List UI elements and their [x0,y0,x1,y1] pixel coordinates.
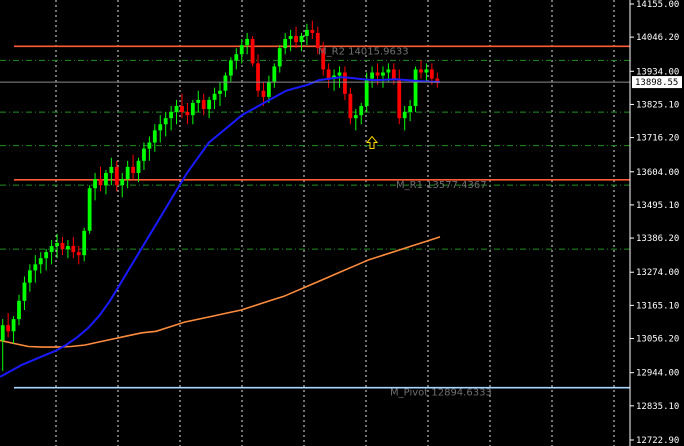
candle-body [348,93,353,119]
candle-body [272,66,277,82]
candle-body [370,72,374,79]
candle-body [326,69,331,79]
level-label-m_r1: M_R1 13577.4367 [396,180,487,191]
candle-body [201,99,206,110]
candle-body [174,105,179,113]
candle-body [288,35,293,40]
chart-background [0,0,684,446]
candle-body [359,105,364,116]
candle-body [250,39,255,64]
candle-body [266,81,271,97]
candle-body [109,166,114,173]
candle-body [33,264,38,271]
candle-body [305,29,309,36]
candle-body [294,35,298,43]
candle-body [11,319,16,332]
candle-body [17,300,21,320]
candle-body [261,90,266,97]
candle-body [299,35,304,43]
candle-body [283,39,288,49]
y-tick-label: 13716.20 [636,134,679,144]
current-price-label: 13898.55 [635,78,678,88]
candle-body [343,72,347,94]
candle-body [196,99,201,103]
y-tick-label: 13825.10 [636,100,679,110]
candle-body [397,78,402,119]
candle-body [71,246,76,253]
y-tick-label: 13495.10 [636,201,679,211]
candle-body [6,325,11,332]
candle-body [386,69,391,73]
candle-body [310,29,315,33]
candle-body [364,78,369,106]
y-tick-label: 12944.00 [636,369,679,379]
candle-body [419,69,423,73]
candle-body [180,105,184,113]
candle-body [429,69,434,79]
candle-body [391,69,396,79]
candle-body [55,242,59,247]
y-tick-label: 14155.00 [636,0,679,10]
candle-body [256,63,260,91]
candle-body [87,188,92,231]
candle-body [114,166,119,186]
price-chart: M_R2 14015.9633 M_R1 13577.4367 M_Pivot 12… [0,0,684,446]
candle-body [185,112,190,116]
candle-body [93,179,97,189]
candle-body [353,115,358,119]
candle-body [223,75,228,91]
candle-body [82,230,87,256]
candle-body [228,60,233,76]
candle-body [152,130,157,143]
y-tick-label: 12835.10 [636,402,679,412]
candle-body [27,270,32,283]
candle-body [245,39,250,46]
y-tick-label: 13604.00 [636,168,679,178]
candle-body [277,48,282,67]
candle-body [104,172,108,186]
y-tick-label: 13934.00 [636,67,679,77]
candle-body [190,102,195,116]
candle-body [234,54,239,61]
candle-body [424,69,429,73]
y-tick-label: 13165.10 [636,301,679,311]
candle-body [375,72,380,76]
candle-body [142,148,146,161]
y-tick-label: 13386.20 [636,234,679,244]
candle-body [218,90,222,94]
candle-body [120,179,125,186]
candle-body [0,325,5,341]
candle-body [212,93,217,100]
candle-body [131,166,135,173]
level-label-m_pivot: M_Pivot 12894.6333 [390,388,492,399]
candle-body [76,252,81,256]
candle-body [98,179,103,186]
candle-body [413,69,418,106]
candle-body [66,246,70,250]
y-tick-label: 13274.00 [636,268,679,278]
candle-body [125,166,130,180]
chart-area: M_R2 14015.9633 M_R1 13577.4367 M_Pivot 12… [0,0,684,446]
candle-body [147,142,152,149]
candle-body [22,282,27,301]
candle-body [158,124,163,131]
candle-body [381,72,385,76]
y-tick-label: 13056.20 [636,335,679,345]
candle-body [60,242,65,250]
level-label-m_r2: M_R2 14015.9633 [318,46,409,57]
candle-body [49,246,54,253]
candle-body [169,112,174,119]
candle-body [239,45,244,55]
candle-body [402,112,407,119]
candle-body [44,252,49,259]
candle-body [136,160,141,173]
candle-body [207,99,212,110]
y-tick-label: 12722.90 [636,436,679,446]
candle-body [337,72,342,76]
candle-body [163,118,168,125]
y-tick-label: 14046.20 [636,33,679,43]
candle-body [38,258,43,265]
candle-body [408,105,413,113]
